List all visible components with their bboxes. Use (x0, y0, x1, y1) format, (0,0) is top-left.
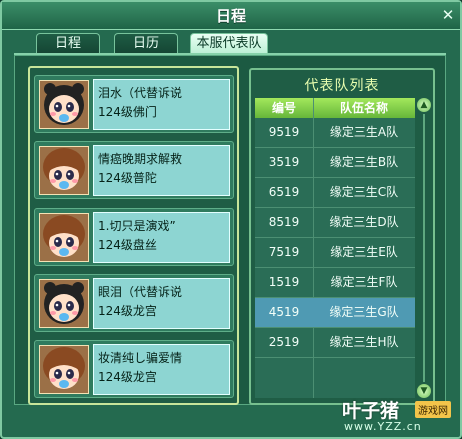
team-id: 8519 (268, 215, 300, 229)
member-name: 眼泪（代替诉说 (98, 285, 183, 299)
team-table: 编号 队伍名称 9519 缘定三生A队 3519 缘定三生B队 6519 缘定三… (255, 98, 415, 398)
member-card[interactable]: 眼泪（代替诉说 124级龙宫 (34, 274, 234, 332)
brown-hair-girl-icon (40, 346, 88, 393)
watermark-brand: 叶子猪 (342, 400, 400, 422)
title-bar[interactable]: 日程 ✕ (2, 2, 460, 30)
close-icon[interactable]: ✕ (440, 7, 456, 23)
avatar (39, 279, 89, 328)
team-name: 缘定三生D队 (329, 215, 399, 229)
member-level: 124级盘丝 (98, 238, 157, 252)
avatar (39, 80, 89, 129)
scroll-up-icon[interactable]: ▲ (417, 98, 431, 112)
team-name: 缘定三生A队 (329, 125, 399, 139)
panda-hood-girl-icon (40, 280, 88, 327)
team-id: 1519 (268, 275, 300, 289)
team-id: 3519 (268, 155, 300, 169)
member-name: 妆清纯し骗爱情 (98, 351, 183, 365)
team-id: 9519 (268, 125, 300, 139)
team-list-title: 代表队列表 (304, 78, 380, 94)
table-row[interactable]: 1519 缘定三生F队 (255, 268, 415, 298)
table-row[interactable]: 3519 缘定三生B队 (255, 148, 415, 178)
table-row[interactable]: 6519 缘定三生C队 (255, 178, 415, 208)
avatar (39, 146, 89, 195)
watermark-badge: 游戏网 (415, 401, 451, 418)
member-name: 1.切只是演戏” (98, 219, 176, 233)
avatar (39, 213, 89, 262)
panda-hood-girl-icon (40, 81, 88, 128)
table-header: 编号 队伍名称 (255, 98, 415, 118)
table-row[interactable]: 7519 缘定三生E队 (255, 238, 415, 268)
member-card[interactable]: 泪水（代替诉说 124级佛门 (34, 75, 234, 133)
tab-server-team[interactable]: 本服代表队 (190, 33, 268, 53)
team-list-panel: 代表队列表 编号 队伍名称 9519 缘定三生A队 3519 缘定三生B队 65… (249, 68, 435, 405)
brown-hair-girl-icon (40, 214, 88, 261)
tab-calendar[interactable]: 日历 (114, 33, 178, 53)
member-card[interactable]: 1.切只是演戏” 124级盘丝 (34, 208, 234, 266)
member-card[interactable]: 妆清纯し骗爱情 124级龙宫 (34, 340, 234, 398)
column-header-id[interactable]: 编号 (255, 98, 313, 118)
table-row[interactable]: 8519 缘定三生D队 (255, 208, 415, 238)
team-id: 2519 (268, 335, 300, 349)
member-level: 124级佛门 (98, 105, 157, 119)
team-name: 缘定三生H队 (329, 335, 399, 349)
window-title: 日程 (215, 7, 246, 25)
team-name: 缘定三生B队 (329, 155, 399, 169)
member-list: 泪水（代替诉说 124级佛门 情癌晚期求解救 124级普陀 1.切只是演戏” 1… (28, 66, 239, 405)
member-info: 1.切只是演戏” 124级盘丝 (93, 212, 230, 263)
team-name: 缘定三生F队 (330, 275, 398, 289)
table-row[interactable]: 2519 缘定三生H队 (255, 328, 415, 358)
member-info: 眼泪（代替诉说 124级龙宫 (93, 278, 230, 329)
member-info: 情癌晚期求解救 124级普陀 (93, 145, 230, 196)
member-info: 妆清纯し骗爱情 124级龙宫 (93, 344, 230, 395)
member-name: 情癌晚期求解救 (98, 152, 183, 166)
member-level: 124级龙宫 (98, 304, 157, 318)
brown-hair-girl-icon (40, 147, 88, 194)
member-info: 泪水（代替诉说 124级佛门 (93, 79, 230, 130)
member-name: 泪水（代替诉说 (98, 86, 183, 100)
avatar (39, 345, 89, 394)
scroll-track[interactable] (423, 114, 425, 382)
team-name: 缘定三生C队 (329, 185, 399, 199)
column-header-team-name[interactable]: 队伍名称 (313, 98, 415, 118)
team-id: 7519 (268, 245, 300, 259)
table-row-selected[interactable]: 4519 缘定三生G队 (255, 298, 415, 328)
team-name: 缘定三生E队 (330, 245, 398, 259)
team-id: 4519 (268, 305, 300, 319)
tab-schedule[interactable]: 日程 (36, 33, 100, 53)
table-row[interactable]: 9519 缘定三生A队 (255, 118, 415, 148)
team-id: 6519 (268, 185, 300, 199)
member-card[interactable]: 情癌晚期求解救 124级普陀 (34, 141, 234, 199)
watermark-url: www.YZZ.cn (344, 420, 422, 433)
member-level: 124级龙宫 (98, 370, 157, 384)
member-level: 124级普陀 (98, 171, 157, 185)
team-list-scrollbar[interactable]: ▲ ▼ (417, 98, 431, 398)
watermark: 叶子猪 游戏网 www.YZZ.cn (342, 396, 458, 436)
team-name: 缘定三生G队 (329, 305, 399, 319)
